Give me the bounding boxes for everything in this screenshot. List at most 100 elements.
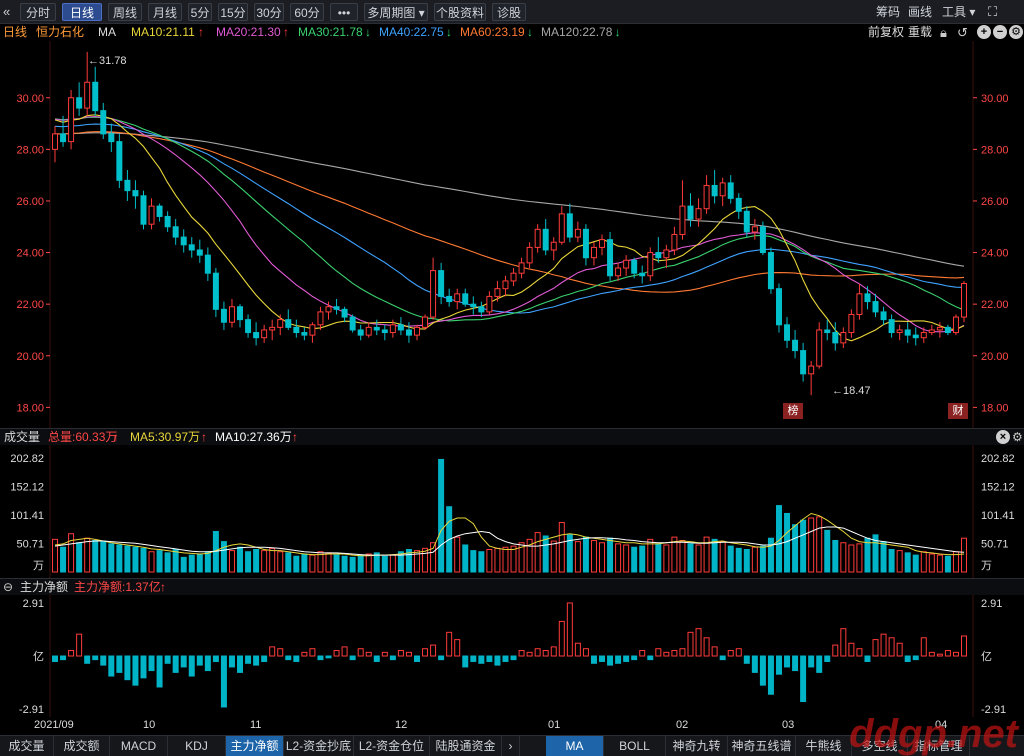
flow-bar[interactable] xyxy=(542,650,549,657)
volume-bar[interactable] xyxy=(454,536,461,573)
candle[interactable] xyxy=(405,322,412,343)
volume-bar[interactable] xyxy=(639,545,646,573)
candle[interactable] xyxy=(566,203,573,243)
candle[interactable] xyxy=(92,66,99,116)
flow-panel[interactable]: 2.91 2.91 亿亿 -2.91 -2.91 xyxy=(0,595,1024,717)
overlay-button[interactable]: 重载 xyxy=(908,24,932,41)
volume-bar[interactable] xyxy=(269,547,276,573)
candle[interactable] xyxy=(68,90,75,150)
candle[interactable] xyxy=(100,102,107,140)
volume-bar[interactable] xyxy=(277,551,284,573)
settings-icon[interactable]: ⚙ xyxy=(1009,25,1023,39)
volume-bar[interactable] xyxy=(204,551,211,573)
candle[interactable] xyxy=(864,286,871,310)
candle[interactable] xyxy=(687,193,694,227)
volume-bar[interactable] xyxy=(172,548,179,573)
volume-bar[interactable] xyxy=(228,550,235,573)
finance-marker[interactable]: 财 xyxy=(948,403,968,419)
volume-bar[interactable] xyxy=(695,544,702,573)
volume-bar[interactable] xyxy=(486,548,493,573)
flow-bar[interactable] xyxy=(237,655,244,673)
candle[interactable] xyxy=(301,327,308,341)
volume-bar[interactable] xyxy=(52,538,58,573)
volume-bar[interactable] xyxy=(140,547,147,573)
volume-chart[interactable]: 202.82 202.82 152.12 152.12 101.41 101.41 50.7… xyxy=(0,445,1024,578)
flow-bar[interactable] xyxy=(422,648,429,657)
volume-bar[interactable] xyxy=(864,537,871,573)
candle[interactable] xyxy=(647,247,654,281)
flow-bar[interactable] xyxy=(261,655,268,662)
volume-bar[interactable] xyxy=(470,550,477,573)
candle[interactable] xyxy=(759,221,766,256)
volume-bar[interactable] xyxy=(912,554,919,573)
candle[interactable] xyxy=(188,237,195,258)
candle[interactable] xyxy=(912,327,919,346)
candle[interactable] xyxy=(245,314,252,338)
candle[interactable] xyxy=(454,288,461,310)
candle[interactable] xyxy=(132,180,139,209)
candle[interactable] xyxy=(180,229,187,253)
flow-bar[interactable] xyxy=(743,655,750,664)
volume-bar[interactable] xyxy=(832,539,839,573)
zoom-out-icon[interactable]: − xyxy=(993,25,1007,39)
gear-icon[interactable]: ⚙ xyxy=(1012,429,1023,445)
flow-bar[interactable] xyxy=(566,602,573,657)
flow-bar[interactable] xyxy=(864,655,871,662)
flow-bar[interactable] xyxy=(381,651,388,657)
flow-bar[interactable] xyxy=(896,642,903,657)
flow-bar[interactable] xyxy=(389,655,396,661)
volume-bar[interactable] xyxy=(237,546,244,573)
volume-bar[interactable] xyxy=(220,541,227,573)
volume-bar[interactable] xyxy=(196,553,203,573)
flow-bar[interactable] xyxy=(647,655,654,661)
volume-bar[interactable] xyxy=(60,546,67,573)
indicator-tab[interactable]: 成交额 xyxy=(54,736,110,756)
period-tab[interactable]: 日线 xyxy=(62,3,102,21)
volume-bar[interactable] xyxy=(896,550,903,573)
flow-bar[interactable] xyxy=(928,651,935,657)
volume-bar[interactable] xyxy=(655,543,662,573)
period-tab[interactable]: ••• xyxy=(330,3,358,21)
volume-bar[interactable] xyxy=(944,555,951,573)
candle[interactable] xyxy=(792,329,799,359)
flow-bar[interactable] xyxy=(880,633,887,657)
candle[interactable] xyxy=(293,319,300,338)
flow-bar[interactable] xyxy=(100,655,107,666)
flow-bar[interactable] xyxy=(438,655,445,661)
candle[interactable] xyxy=(438,262,445,305)
draw-line-button[interactable]: 画线 xyxy=(908,3,932,21)
zoom-in-icon[interactable]: + xyxy=(977,25,991,39)
candle[interactable] xyxy=(880,306,887,325)
flow-bar[interactable] xyxy=(961,635,967,657)
flow-bar[interactable] xyxy=(373,655,380,662)
candle[interactable] xyxy=(204,247,211,281)
flow-bar[interactable] xyxy=(727,650,734,657)
volume-bar[interactable] xyxy=(180,556,187,573)
candle[interactable] xyxy=(309,322,316,343)
volume-bar[interactable] xyxy=(373,552,380,573)
flow-bar[interactable] xyxy=(784,655,791,668)
volume-bar[interactable] xyxy=(719,541,726,573)
volume-bar[interactable] xyxy=(84,537,91,573)
volume-bar[interactable] xyxy=(574,541,581,573)
flow-bar[interactable] xyxy=(840,628,847,657)
flow-bar[interactable] xyxy=(808,655,815,668)
chevron-right-icon[interactable]: › xyxy=(502,736,520,756)
volume-bar[interactable] xyxy=(904,552,911,573)
flow-bar[interactable] xyxy=(615,655,622,664)
volume-bar[interactable] xyxy=(100,540,107,573)
overlay-tab[interactable]: BOLL xyxy=(604,736,666,756)
flow-bar[interactable] xyxy=(599,655,606,662)
overlay-tab[interactable]: 神奇五线谱 xyxy=(728,736,796,756)
candle[interactable] xyxy=(590,242,597,266)
flow-bar[interactable] xyxy=(792,655,799,672)
candle[interactable] xyxy=(518,257,525,279)
candle[interactable] xyxy=(816,322,823,369)
volume-bar[interactable] xyxy=(856,543,863,573)
candle[interactable] xyxy=(550,237,557,261)
volume-bar[interactable] xyxy=(961,537,967,573)
candle[interactable] xyxy=(928,324,935,336)
candle[interactable] xyxy=(542,219,549,256)
flow-bar[interactable] xyxy=(172,655,179,673)
volume-bar[interactable] xyxy=(615,543,622,573)
